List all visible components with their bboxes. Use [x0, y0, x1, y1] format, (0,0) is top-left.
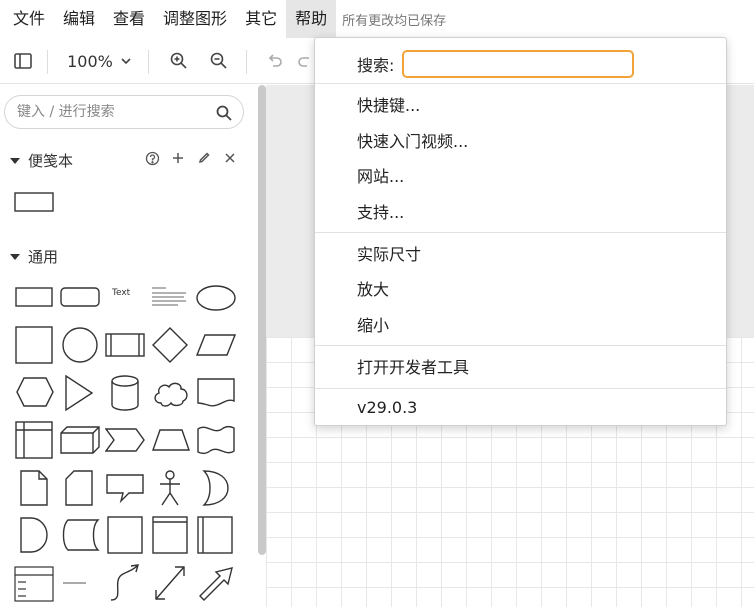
- menu-bar: 文件 编辑 查看 调整图形 其它 帮助 所有更改均已保存: [0, 0, 754, 38]
- shape-actor[interactable]: [156, 469, 184, 511]
- redo-button[interactable]: [296, 38, 314, 84]
- shape-delay[interactable]: [19, 516, 49, 558]
- caret-down-icon: [10, 157, 20, 164]
- menu-view[interactable]: 查看: [104, 0, 154, 38]
- menu-arrange[interactable]: 调整图形: [154, 0, 236, 38]
- plus-icon[interactable]: [170, 150, 186, 166]
- shape-or[interactable]: [200, 469, 230, 511]
- version-label: v29.0.3: [357, 398, 418, 417]
- shape-trapezoid[interactable]: [151, 428, 191, 456]
- shape-list[interactable]: [14, 566, 54, 606]
- toolbar-divider: [47, 50, 48, 74]
- undo-button[interactable]: [260, 38, 290, 84]
- menu-item-zoom-out[interactable]: 缩小: [357, 315, 389, 337]
- scratchpad-rectangle-shape[interactable]: [14, 192, 54, 216]
- section-label: 便笺本: [28, 152, 74, 170]
- shape-arrow[interactable]: [196, 562, 236, 607]
- shape-search: [4, 95, 244, 129]
- sidebar-scrollbar[interactable]: [258, 85, 266, 555]
- shape-cube[interactable]: [60, 426, 100, 458]
- shape-square-2[interactable]: [107, 516, 143, 558]
- shape-document[interactable]: [196, 377, 236, 413]
- panel-icon: [14, 53, 32, 69]
- shape-search-input[interactable]: [17, 104, 197, 120]
- shape-triangle[interactable]: [64, 374, 94, 416]
- menu-item-zoom-in[interactable]: 放大: [357, 279, 389, 301]
- shape-diamond[interactable]: [151, 326, 189, 368]
- shape-curve[interactable]: [107, 562, 143, 607]
- edit-icon[interactable]: [196, 150, 212, 166]
- zoom-out-icon: [210, 52, 227, 69]
- zoom-level: 100%: [67, 51, 113, 71]
- help-menu-dropdown: 搜索: 快捷键... 快速入门视频... 网站... 支持... 实际尺寸 放大…: [314, 37, 727, 426]
- shape-cloud[interactable]: [151, 377, 191, 413]
- toolbar-divider: [246, 50, 247, 74]
- shape-bidirectional-arrow[interactable]: [151, 562, 189, 607]
- menu-separator: [315, 345, 726, 346]
- chevron-down-icon: [121, 58, 131, 65]
- shape-square[interactable]: [15, 326, 53, 368]
- shape-parallelogram[interactable]: [195, 333, 237, 361]
- shape-text[interactable]: Text: [112, 288, 140, 306]
- undo-icon: [268, 54, 282, 67]
- menu-item-support[interactable]: 支持...: [357, 202, 404, 224]
- shape-hexagon[interactable]: [15, 376, 55, 412]
- toolbar-divider: [148, 50, 149, 74]
- shape-cylinder[interactable]: [110, 374, 140, 416]
- shape-container[interactable]: [152, 516, 188, 558]
- shape-text-label: Text: [112, 288, 131, 298]
- section-scratchpad[interactable]: 便笺本: [10, 150, 73, 171]
- zoom-out-button[interactable]: [204, 38, 234, 84]
- shape-textbox[interactable]: [150, 285, 188, 313]
- shape-data-storage[interactable]: [60, 518, 100, 556]
- shape-process[interactable]: [105, 333, 145, 361]
- menu-separator: [315, 83, 726, 84]
- menu-edit[interactable]: 编辑: [54, 0, 104, 38]
- shape-note[interactable]: [19, 469, 49, 511]
- menu-extras[interactable]: 其它: [236, 0, 286, 38]
- save-status: 所有更改均已保存: [342, 13, 447, 29]
- shape-swimlane[interactable]: [197, 516, 233, 558]
- shape-internal-storage[interactable]: [15, 421, 53, 463]
- section-label: 通用: [28, 248, 59, 266]
- redo-icon: [298, 57, 309, 67]
- menu-item-developer-tools[interactable]: 打开开发者工具: [357, 357, 469, 379]
- search-icon[interactable]: [215, 104, 233, 122]
- zoom-dropdown[interactable]: 100%: [62, 38, 138, 84]
- scratchpad-actions: [144, 150, 238, 166]
- menu-item-quickstart-video[interactable]: 快速入门视频...: [357, 131, 468, 153]
- menu-item-shortcuts[interactable]: 快捷键...: [357, 95, 420, 117]
- help-icon[interactable]: [144, 150, 160, 166]
- app-window: 文件 编辑 查看 调整图形 其它 帮助 所有更改均已保存 100% 键入 / 进…: [0, 0, 754, 607]
- zoom-in-button[interactable]: [164, 38, 194, 84]
- close-icon[interactable]: [222, 150, 238, 166]
- help-search-input[interactable]: [402, 50, 635, 78]
- shape-text-line[interactable]: [60, 574, 90, 594]
- menu-item-website[interactable]: 网站...: [357, 166, 404, 188]
- help-search-label: 搜索:: [357, 56, 395, 75]
- shape-card[interactable]: [64, 469, 94, 511]
- toggle-sidebar-button[interactable]: [8, 38, 38, 84]
- shape-step[interactable]: [104, 428, 145, 456]
- section-general[interactable]: 通用: [10, 246, 58, 267]
- caret-down-icon: [10, 253, 20, 260]
- help-search-row: 搜索:: [357, 50, 635, 78]
- shape-ellipse[interactable]: [195, 284, 237, 316]
- menu-separator: [315, 232, 726, 233]
- shape-callout[interactable]: [105, 473, 145, 509]
- zoom-in-icon: [170, 52, 187, 69]
- menu-item-actual-size[interactable]: 实际尺寸: [357, 244, 421, 266]
- menu-help[interactable]: 帮助: [286, 0, 337, 38]
- shape-rounded-rectangle[interactable]: [60, 287, 100, 311]
- shape-tape[interactable]: [196, 424, 236, 460]
- menu-file[interactable]: 文件: [4, 0, 54, 38]
- menu-separator: [315, 388, 726, 389]
- shape-rectangle[interactable]: [15, 287, 53, 311]
- shape-circle[interactable]: [60, 326, 100, 368]
